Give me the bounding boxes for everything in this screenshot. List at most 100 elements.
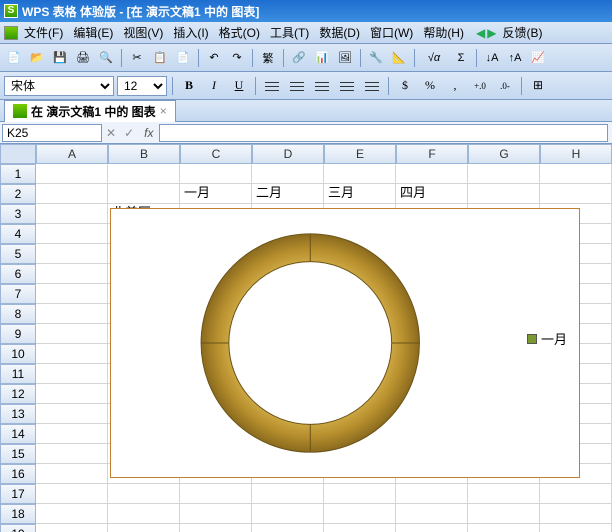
cell-C1[interactable] xyxy=(180,164,252,184)
close-tab-icon[interactable]: × xyxy=(160,104,167,118)
row-header-16[interactable]: 16 xyxy=(0,464,36,484)
formula-input[interactable] xyxy=(159,124,608,142)
cell-B18[interactable] xyxy=(108,504,180,524)
cell-A16[interactable] xyxy=(36,464,108,484)
sort-asc-button[interactable]: ↓A xyxy=(482,48,502,68)
wrap-button[interactable] xyxy=(361,75,383,97)
row-header-11[interactable]: 11 xyxy=(0,364,36,384)
cell-E18[interactable] xyxy=(324,504,396,524)
cell-C19[interactable] xyxy=(180,524,252,532)
menu-tools[interactable]: 工具(T) xyxy=(266,22,313,43)
menu-feedback[interactable]: 反馈(B) xyxy=(498,22,546,43)
menu-insert[interactable]: 插入(I) xyxy=(169,22,212,43)
cell-F18[interactable] xyxy=(396,504,468,524)
percent-button[interactable]: % xyxy=(419,75,441,97)
row-header-15[interactable]: 15 xyxy=(0,444,36,464)
new-button[interactable]: 📄 xyxy=(4,48,24,68)
arrow-left-icon[interactable]: ◀ xyxy=(476,26,485,40)
cell-D2[interactable]: 二月 xyxy=(252,184,324,204)
col-header-A[interactable]: A xyxy=(36,144,108,164)
font-name-select[interactable]: 宋体 xyxy=(4,76,114,96)
arrow-right-icon[interactable]: ▶ xyxy=(487,26,496,40)
cell-E17[interactable] xyxy=(324,484,396,504)
cell-A14[interactable] xyxy=(36,424,108,444)
tool-e-button[interactable]: 📐 xyxy=(389,48,409,68)
dec-decimal-button[interactable]: .0- xyxy=(494,75,516,97)
row-header-5[interactable]: 5 xyxy=(0,244,36,264)
cell-G18[interactable] xyxy=(468,504,540,524)
align-right-button[interactable] xyxy=(311,75,333,97)
cell-D19[interactable] xyxy=(252,524,324,532)
inc-decimal-button[interactable]: +.0 xyxy=(469,75,491,97)
align-center-button[interactable] xyxy=(286,75,308,97)
embedded-chart[interactable]: 一月 xyxy=(110,208,580,478)
cell-H1[interactable] xyxy=(540,164,612,184)
preview-button[interactable]: 🔍 xyxy=(96,48,116,68)
cell-D17[interactable] xyxy=(252,484,324,504)
redo-button[interactable]: ↷ xyxy=(227,48,247,68)
cell-F1[interactable] xyxy=(396,164,468,184)
comma-button[interactable]: , xyxy=(444,75,466,97)
row-header-12[interactable]: 12 xyxy=(0,384,36,404)
font-size-select[interactable]: 12 xyxy=(117,76,167,96)
align-left-button[interactable] xyxy=(261,75,283,97)
cell-A9[interactable] xyxy=(36,324,108,344)
cell-A11[interactable] xyxy=(36,364,108,384)
row-header-6[interactable]: 6 xyxy=(0,264,36,284)
equation-button[interactable]: √α xyxy=(420,48,448,68)
paste-button[interactable]: 📄 xyxy=(173,48,193,68)
cell-A6[interactable] xyxy=(36,264,108,284)
cell-B17[interactable] xyxy=(108,484,180,504)
col-header-B[interactable]: B xyxy=(108,144,180,164)
cell-A19[interactable] xyxy=(36,524,108,532)
cell-B1[interactable] xyxy=(108,164,180,184)
currency-button[interactable]: $ xyxy=(394,75,416,97)
cell-D18[interactable] xyxy=(252,504,324,524)
fx-icon[interactable]: fx xyxy=(144,126,153,140)
menu-format[interactable]: 格式(O) xyxy=(215,22,264,43)
cell-A8[interactable] xyxy=(36,304,108,324)
cell-A7[interactable] xyxy=(36,284,108,304)
underline-button[interactable]: U xyxy=(228,75,250,97)
cell-F17[interactable] xyxy=(396,484,468,504)
copy-button[interactable]: 📋 xyxy=(150,48,170,68)
cell-D1[interactable] xyxy=(252,164,324,184)
row-header-10[interactable]: 10 xyxy=(0,344,36,364)
cell-H19[interactable] xyxy=(540,524,612,532)
col-header-E[interactable]: E xyxy=(324,144,396,164)
chart-button[interactable]: 📈 xyxy=(528,48,548,68)
tool-b-button[interactable]: 📊 xyxy=(312,48,332,68)
row-header-1[interactable]: 1 xyxy=(0,164,36,184)
cell-G2[interactable] xyxy=(468,184,540,204)
cell-H18[interactable] xyxy=(540,504,612,524)
cell-A12[interactable] xyxy=(36,384,108,404)
cell-H17[interactable] xyxy=(540,484,612,504)
cell-G1[interactable] xyxy=(468,164,540,184)
sum-button[interactable]: Σ xyxy=(451,48,471,68)
menu-file[interactable]: 文件(F) xyxy=(20,22,67,43)
select-all-corner[interactable] xyxy=(0,144,36,164)
row-header-7[interactable]: 7 xyxy=(0,284,36,304)
menu-window[interactable]: 窗口(W) xyxy=(366,22,417,43)
row-header-18[interactable]: 18 xyxy=(0,504,36,524)
tool-a-button[interactable]: 🔗 xyxy=(289,48,309,68)
row-header-4[interactable]: 4 xyxy=(0,224,36,244)
bold-button[interactable]: B xyxy=(178,75,200,97)
undo-button[interactable]: ↶ xyxy=(204,48,224,68)
border-button[interactable]: ⊞ xyxy=(527,75,549,97)
print-button[interactable]: 🖨 xyxy=(73,48,93,68)
name-box-input[interactable] xyxy=(2,124,102,142)
cell-G19[interactable] xyxy=(468,524,540,532)
cancel-icon[interactable]: ✕ xyxy=(106,126,116,140)
col-header-F[interactable]: F xyxy=(396,144,468,164)
row-header-17[interactable]: 17 xyxy=(0,484,36,504)
cell-A13[interactable] xyxy=(36,404,108,424)
cell-F2[interactable]: 四月 xyxy=(396,184,468,204)
tool-d-button[interactable]: 🔧 xyxy=(366,48,386,68)
cell-H2[interactable] xyxy=(540,184,612,204)
row-header-8[interactable]: 8 xyxy=(0,304,36,324)
cell-A1[interactable] xyxy=(36,164,108,184)
cell-A4[interactable] xyxy=(36,224,108,244)
cell-C18[interactable] xyxy=(180,504,252,524)
cell-B2[interactable] xyxy=(108,184,180,204)
